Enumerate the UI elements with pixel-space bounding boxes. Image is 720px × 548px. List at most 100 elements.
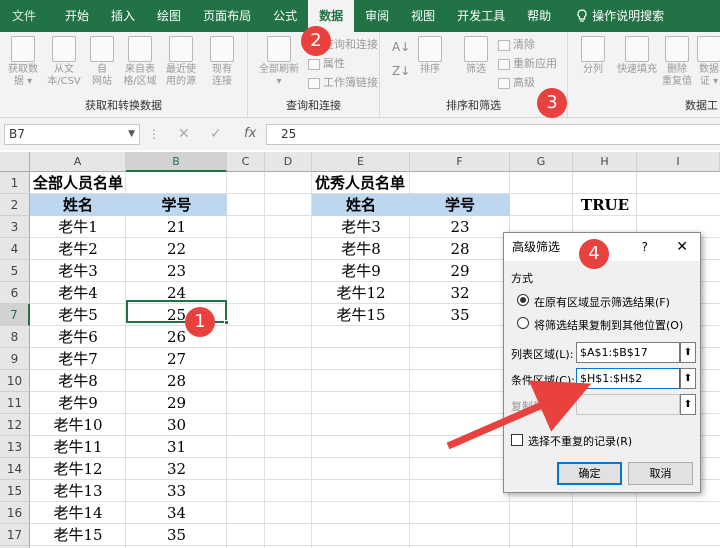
row-header-9[interactable]: 9 <box>0 348 30 370</box>
column-header-D[interactable]: D <box>265 152 312 172</box>
row-header-7[interactable]: 7 <box>0 304 30 326</box>
cell-H2[interactable]: TRUE <box>573 194 637 216</box>
cell-good-name[interactable]: 老牛12 <box>312 282 410 304</box>
tab-file[interactable]: 文件 <box>0 0 54 32</box>
cell-name[interactable]: 老牛6 <box>30 326 126 348</box>
cell-id[interactable]: 22 <box>126 238 227 260</box>
cell-good-name[interactable]: 老牛15 <box>312 304 410 326</box>
formula-input[interactable]: 25 <box>266 124 720 145</box>
cell-id[interactable]: 32 <box>126 458 227 480</box>
row-header-4[interactable]: 4 <box>0 238 30 260</box>
column-header-G[interactable]: G <box>510 152 573 172</box>
cell-name[interactable]: 老牛9 <box>30 392 126 414</box>
advanced-filter-button[interactable]: 高级 <box>498 74 535 90</box>
select-all-corner[interactable] <box>0 152 30 172</box>
cell-id[interactable]: 27 <box>126 348 227 370</box>
name-box[interactable]: B7 ▼ <box>4 124 140 145</box>
cancel-button[interactable]: 取消 <box>628 462 693 485</box>
cell-id[interactable]: 33 <box>126 480 227 502</box>
cell-id[interactable]: 23 <box>126 260 227 282</box>
row-header-8[interactable]: 8 <box>0 326 30 348</box>
cell-id[interactable]: 31 <box>126 436 227 458</box>
clear-filter-button[interactable]: 清除 <box>498 36 535 52</box>
cell-F2[interactable]: 学号 <box>410 194 510 216</box>
cell-name[interactable]: 老牛13 <box>30 480 126 502</box>
from-table-range-button[interactable]: 来自表 格/区域 <box>120 36 160 88</box>
radio-copy-to-location[interactable] <box>517 317 529 329</box>
cell-A2[interactable]: 姓名 <box>30 194 126 216</box>
row-header-3[interactable]: 3 <box>0 216 30 238</box>
reapply-button[interactable]: 重新应用 <box>498 55 557 71</box>
sort-za-icon[interactable]: Z↓ <box>392 64 410 78</box>
properties-button[interactable]: 属性 <box>308 55 345 71</box>
column-header-C[interactable]: C <box>227 152 265 172</box>
row-header-13[interactable]: 13 <box>0 436 30 458</box>
range-select-icon[interactable]: ⬆ <box>680 368 696 389</box>
cell-good-name[interactable]: 老牛9 <box>312 260 410 282</box>
cancel-icon[interactable]: ✕ <box>178 126 190 142</box>
cell-id[interactable]: 30 <box>126 414 227 436</box>
tab-formulas[interactable]: 公式 <box>262 0 308 32</box>
radio-copy-to-location-label[interactable]: 将筛选结果复制到其他位置(O) <box>534 317 683 333</box>
close-icon[interactable]: ✕ <box>676 233 688 261</box>
cell-name[interactable]: 老牛3 <box>30 260 126 282</box>
row-header-10[interactable]: 10 <box>0 370 30 392</box>
cell-good-id[interactable]: 32 <box>410 282 510 304</box>
cell-name[interactable]: 老牛15 <box>30 524 126 546</box>
tell-me-search[interactable]: 操作说明搜索 <box>562 0 675 32</box>
enter-icon[interactable]: ✓ <box>210 126 222 142</box>
row-header-15[interactable]: 15 <box>0 480 30 502</box>
insert-function-icon[interactable]: fx <box>244 126 256 141</box>
from-web-button[interactable]: 自 网站 <box>86 36 118 88</box>
sort-az-icon[interactable]: A↓ <box>392 40 410 54</box>
cell-name[interactable]: 老牛1 <box>30 216 126 238</box>
unique-records-label[interactable]: 选择不重复的记录(R) <box>528 433 632 449</box>
cell-B2[interactable]: 学号 <box>126 194 227 216</box>
cell-name[interactable]: 老牛12 <box>30 458 126 480</box>
column-header-F[interactable]: F <box>410 152 510 172</box>
filter-button[interactable]: 筛选 <box>460 36 492 76</box>
column-header-E[interactable]: E <box>312 152 410 172</box>
cell-name[interactable]: 老牛14 <box>30 502 126 524</box>
tab-view[interactable]: 视图 <box>400 0 446 32</box>
row-header-14[interactable]: 14 <box>0 458 30 480</box>
remove-duplicates-button[interactable]: 删除 重复值 <box>662 36 692 88</box>
from-text-csv-button[interactable]: 从文 本/CSV <box>44 36 84 88</box>
tab-developer[interactable]: 开发工具 <box>446 0 516 32</box>
column-header-I[interactable]: I <box>637 152 720 172</box>
fill-handle[interactable] <box>224 320 229 325</box>
sort-button[interactable]: 排序 <box>414 36 446 76</box>
column-header-H[interactable]: H <box>573 152 637 172</box>
refresh-all-button[interactable]: 全部刷新 ▾ <box>254 36 304 88</box>
cell-name[interactable]: 老牛10 <box>30 414 126 436</box>
cell-good-id[interactable]: 23 <box>410 216 510 238</box>
tab-home[interactable]: 开始 <box>54 0 100 32</box>
column-header-A[interactable]: A <box>30 152 126 172</box>
row-header-6[interactable]: 6 <box>0 282 30 304</box>
list-range-input[interactable]: $A$1:$B$17 <box>576 342 680 363</box>
recent-sources-button[interactable]: 最近使 用的源 <box>162 36 200 88</box>
row-header-16[interactable]: 16 <box>0 502 30 524</box>
row-header-1[interactable]: 1 <box>0 172 30 194</box>
cell-good-id[interactable]: 29 <box>410 260 510 282</box>
text-to-columns-button[interactable]: 分列 <box>576 36 610 76</box>
cell-A1[interactable]: 全部人员名单 <box>30 172 226 194</box>
cell-id[interactable]: 28 <box>126 370 227 392</box>
cell-id[interactable]: 34 <box>126 502 227 524</box>
help-icon[interactable]: ? <box>642 233 648 261</box>
cell-name[interactable]: 老牛5 <box>30 304 126 326</box>
cell-good-id[interactable]: 35 <box>410 304 510 326</box>
get-data-button[interactable]: 获取数 据 ▾ <box>4 36 42 88</box>
row-header-2[interactable]: 2 <box>0 194 30 216</box>
row-header-5[interactable]: 5 <box>0 260 30 282</box>
cell-E2[interactable]: 姓名 <box>312 194 410 216</box>
tab-review[interactable]: 审阅 <box>354 0 400 32</box>
copy-to-input[interactable] <box>576 394 680 415</box>
cell-name[interactable]: 老牛11 <box>30 436 126 458</box>
row-header-12[interactable]: 12 <box>0 414 30 436</box>
data-validation-button[interactable]: 数据 证 ▾ <box>694 36 720 88</box>
flash-fill-button[interactable]: 快速填充 <box>614 36 660 76</box>
range-select-icon[interactable]: ⬆ <box>680 342 696 363</box>
criteria-range-input[interactable]: $H$1:$H$2 <box>576 368 680 389</box>
row-header-11[interactable]: 11 <box>0 392 30 414</box>
